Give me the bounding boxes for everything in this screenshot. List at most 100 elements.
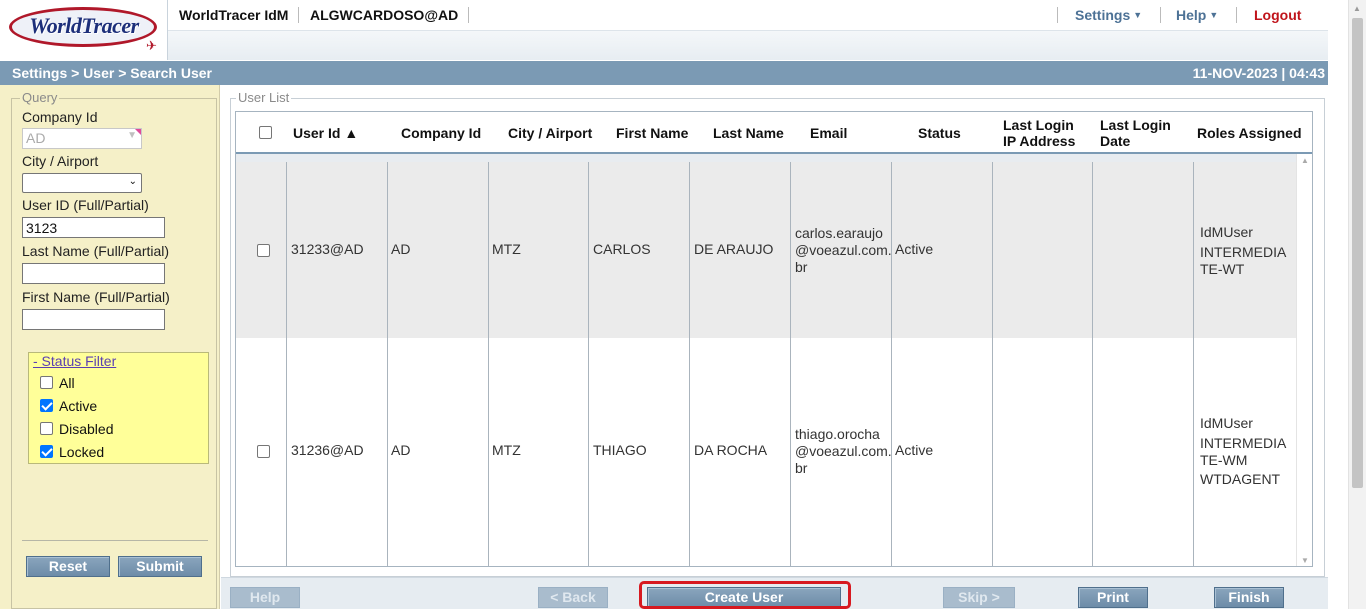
col-first-name[interactable]: First Name [616,125,688,141]
last-login-date-cell [1093,162,1194,338]
table-row[interactable]: 31236@AD AD MTZ THIAGO DA ROCHA thiago.o… [236,338,1296,566]
last-name-value: DA ROCHA [694,442,768,458]
company-id-value: AD [391,442,411,458]
settings-label: Settings [1075,7,1131,23]
status-locked-option[interactable]: Locked [40,444,104,460]
logout-link[interactable]: Logout [1254,7,1301,23]
last-login-date-cell [1093,338,1194,566]
status-disabled-option[interactable]: Disabled [40,421,113,437]
last-name-value: DE ARAUJO [694,241,774,257]
table-scrollbar[interactable]: ▲ ▼ [1296,154,1312,566]
header-band [168,30,1328,60]
row-checkbox[interactable] [257,244,270,257]
status-value: Active [895,442,934,458]
worldtracer-logo: WorldTracer [29,13,139,38]
company-id-value: AD [26,130,46,146]
logged-user: ALGWCARDOSO@AD [310,7,459,23]
help-button[interactable]: Help [230,587,300,608]
help-label: Help [1176,7,1207,23]
city-value: MTZ [492,442,521,458]
last-name-label: Last Name (Full/Partial) [22,243,170,259]
chevron-down-icon: ▼ [1133,10,1143,20]
user-id-value[interactable]: 31233@AD [291,241,364,258]
reset-button[interactable]: Reset [26,556,110,577]
finish-button[interactable]: Finish [1214,587,1284,608]
last-name-input[interactable] [22,263,165,284]
airplane-icon: ✈ [146,38,157,53]
status-value: Active [895,241,934,257]
city-airport-label: City / Airport [22,153,99,169]
row-checkbox[interactable] [257,445,270,458]
breadcrumb: Settings > User > Search User [12,65,212,81]
status-disabled-label: Disabled [59,421,114,437]
query-legend: Query [20,90,60,105]
user-id-input[interactable] [22,217,165,238]
divider [298,7,299,23]
user-id-value[interactable]: 31236@AD [291,442,364,459]
highlight-annotation [639,581,851,609]
status-filter-box: - Status Filter All Active Disabled Lock… [28,352,209,464]
scrollbar-thumb[interactable] [1352,18,1363,488]
role-value: INTERMEDIA TE-WM [1200,435,1287,468]
col-email[interactable]: Email [810,125,847,141]
first-name-input[interactable] [22,309,165,330]
col-last-name[interactable]: Last Name [713,125,784,141]
table-row[interactable]: 31233@AD AD MTZ CARLOS DE ARAUJO carlos.… [236,162,1296,338]
chevron-down-icon: ⌄ [128,176,137,187]
divider [1057,7,1058,23]
col-last-login-date[interactable]: Last Login Date [1100,117,1171,149]
company-id-select: AD ▼ [22,128,142,149]
user-table: User Id ▲ Company Id City / Airport Firs… [235,111,1313,567]
col-user-id[interactable]: User Id ▲ [293,125,358,141]
city-airport-select[interactable]: ⌄ [22,173,142,193]
status-active-option[interactable]: Active [40,398,97,414]
scroll-down-icon[interactable]: ▼ [1301,556,1309,565]
title-bar: Settings > User > Search User 11-NOV-202… [0,61,1328,85]
company-id-label: Company Id [22,109,98,125]
role-value: INTERMEDIA TE-WT [1200,244,1287,277]
back-button[interactable]: < Back [538,587,608,608]
settings-menu[interactable]: Settings ▼ [1075,7,1142,23]
app-title: WorldTracer IdM [179,7,289,23]
top-bar: WorldTracer IdM ALGWCARDOSO@AD Settings ▼… [168,0,1328,30]
table-header: User Id ▲ Company Id City / Airport Firs… [236,112,1312,154]
status-filter-toggle[interactable]: - Status Filter [33,353,116,369]
skip-button[interactable]: Skip > [943,587,1015,608]
col-roles-assigned[interactable]: Roles Assigned [1197,125,1302,141]
current-datetime: 11-NOV-2023 | 04:43 [1192,65,1325,81]
print-button[interactable]: Print [1078,587,1148,608]
header-shade [236,154,1296,162]
status-active-checkbox[interactable] [40,399,53,412]
status-disabled-checkbox[interactable] [40,422,53,435]
email-value: thiago.orocha @voeazul.com. br [795,426,892,476]
first-name-value: CARLOS [593,241,651,257]
status-all-option[interactable]: All [40,375,75,391]
divider [1160,7,1161,23]
required-marker-icon [135,129,141,135]
role-value: IdMUser [1200,224,1253,240]
help-menu[interactable]: Help ▼ [1176,7,1218,23]
scroll-up-icon[interactable]: ▲ [1353,4,1361,13]
col-company-id[interactable]: Company Id [401,125,481,141]
last-login-ip-cell [993,162,1093,338]
company-id-value: AD [391,241,411,257]
role-value: WTDAGENT [1200,471,1281,487]
first-name-value: THIAGO [593,442,647,458]
divider [468,7,469,23]
status-all-checkbox[interactable] [40,376,53,389]
select-all-checkbox[interactable] [259,126,272,139]
email-value: carlos.earaujo @voeazul.com. br [795,225,892,275]
logo-area: WorldTracer ✈ [0,0,168,60]
scroll-up-icon[interactable]: ▲ [1301,156,1309,165]
role-value: IdMUser [1200,415,1253,431]
user-id-label: User ID (Full/Partial) [22,197,149,213]
col-last-login-ip[interactable]: Last Login IP Address [1003,117,1075,149]
page-scrollbar[interactable]: ▲ [1348,0,1366,609]
submit-button[interactable]: Submit [118,556,202,577]
city-value: MTZ [492,241,521,257]
status-locked-label: Locked [59,444,105,460]
col-city-airport[interactable]: City / Airport [508,125,592,141]
divider [22,540,208,541]
status-locked-checkbox[interactable] [40,445,53,458]
col-status[interactable]: Status [918,125,961,141]
